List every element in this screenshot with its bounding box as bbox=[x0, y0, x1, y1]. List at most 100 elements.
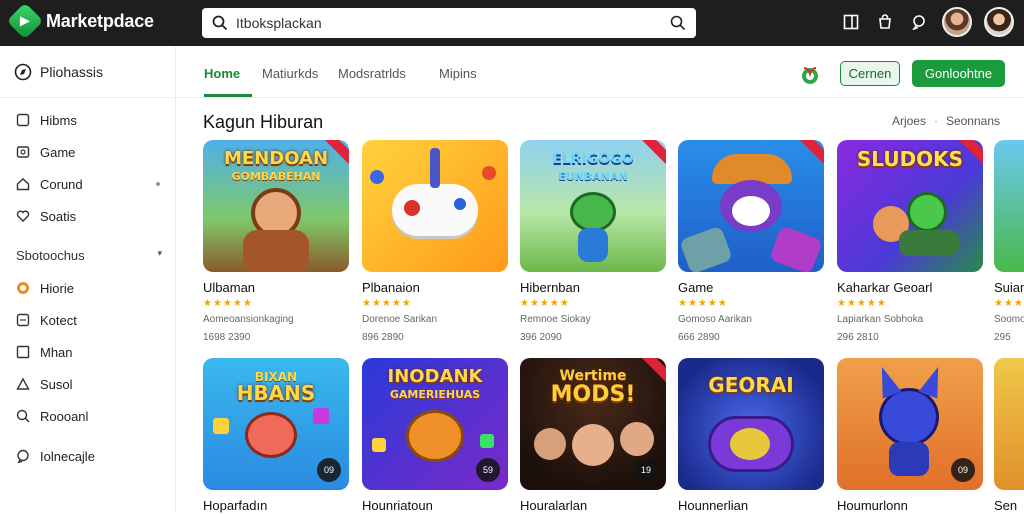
tab-modsratrlds[interactable]: Modsratrlds bbox=[338, 66, 406, 81]
game-thumbnail[interactable] bbox=[362, 140, 508, 272]
sidebar-item-iolnecajle[interactable]: Iolnecajle bbox=[0, 442, 176, 470]
logo-icon: ▶ bbox=[6, 2, 44, 40]
game-thumbnail[interactable] bbox=[994, 358, 1024, 490]
game-card[interactable]: GEORAI Hounnerlian bbox=[678, 358, 824, 514]
sidebar-item-label: Kotect bbox=[40, 312, 77, 328]
chevron-down-icon: ▾ bbox=[157, 248, 162, 258]
game-card[interactable]: SLUDOKS Kaharkar Geoarl ★★★★★ Lapiarkan … bbox=[837, 140, 983, 344]
search-bar[interactable] bbox=[202, 8, 696, 38]
search-input[interactable] bbox=[236, 15, 670, 31]
game-thumbnail[interactable]: MENDOAN GOMBABEHAN bbox=[203, 140, 349, 272]
game-publisher: Soomo bbox=[994, 314, 1024, 325]
game-price: 1698 2390 bbox=[203, 332, 251, 343]
game-thumbnail[interactable]: BIXAN HBANS 09 bbox=[203, 358, 349, 490]
game-thumbnail[interactable]: INODANK GAMERIEHUAS 59 bbox=[362, 358, 508, 490]
badge-count: 19 bbox=[634, 458, 658, 482]
game-publisher: Dorenoe Sarikan bbox=[362, 314, 438, 325]
game-card[interactable]: INODANK GAMERIEHUAS 59 Hounriatoun bbox=[362, 358, 508, 514]
gift-icon[interactable] bbox=[798, 64, 822, 86]
game-thumbnail[interactable]: Wertime MODS! 19 bbox=[520, 358, 666, 490]
sidebar-item-roooanl[interactable]: Roooanl bbox=[0, 402, 176, 430]
notification-icon[interactable] bbox=[908, 11, 930, 33]
game-card[interactable]: Suian ★★★ Soomo 295 bbox=[994, 140, 1024, 344]
sidebar-header[interactable]: Pliohassis bbox=[0, 46, 175, 98]
rating-stars: ★★★★★ bbox=[203, 298, 253, 309]
sidebar: Pliohassis Hibms Game Corund Soatis Sbot… bbox=[0, 46, 176, 512]
game-publisher: Aomeoansionkaging bbox=[203, 314, 294, 325]
sidebar-item-corund[interactable]: Corund bbox=[0, 170, 176, 198]
section-link-seonnans[interactable]: Seonnans bbox=[946, 114, 1000, 128]
game-card[interactable]: MENDOAN GOMBABEHAN Ulbaman ★★★★★ Aomeoan… bbox=[203, 140, 349, 344]
bag-icon[interactable] bbox=[874, 11, 896, 33]
game-title: Ulbaman bbox=[203, 280, 256, 295]
game-thumbnail[interactable] bbox=[678, 140, 824, 272]
game-card[interactable]: Plbanaion ★★★★★ Dorenoe Sarikan 896 2890 bbox=[362, 140, 508, 344]
sidebar-item-susol[interactable]: Susol bbox=[0, 370, 176, 398]
badge-count: 59 bbox=[476, 458, 500, 482]
game-card[interactable]: ELRIGOGO EUNBANAN Hibernban ★★★★★ Remnoe… bbox=[520, 140, 666, 344]
compass-icon bbox=[14, 63, 32, 80]
sidebar-section-header[interactable]: Sbotoochus ▾ bbox=[16, 248, 162, 263]
game-price: 296 2810 bbox=[837, 332, 879, 343]
game-card[interactable]: 09 Houmurlonn bbox=[837, 358, 983, 514]
game-price: 295 bbox=[994, 332, 1011, 343]
game-card[interactable]: Game ★★★★★ Gomoso Aarikan 666 2890 bbox=[678, 140, 824, 344]
game-title: Game bbox=[678, 280, 714, 295]
game-thumbnail[interactable] bbox=[994, 140, 1024, 272]
badge-count: 09 bbox=[951, 458, 975, 482]
sidebar-item-hiorie[interactable]: Hiorie bbox=[0, 274, 176, 302]
game-publisher: Lapiarkan Sobhoka bbox=[837, 314, 924, 325]
game-thumbnail[interactable]: SLUDOKS bbox=[837, 140, 983, 272]
tab-mipins[interactable]: Mipins bbox=[439, 66, 477, 81]
game-card[interactable]: Sen bbox=[994, 358, 1024, 514]
sidebar-item-label: Soatis bbox=[40, 208, 77, 224]
section-title: Kagun Hiburan bbox=[203, 112, 324, 132]
sidebar-section-label: Sbotoochus bbox=[16, 248, 85, 263]
rating-stars: ★★★★★ bbox=[362, 298, 412, 309]
game-card[interactable]: Wertime MODS! 19 Houralarlan bbox=[520, 358, 666, 514]
tab-matiurkds[interactable]: Matiurkds bbox=[262, 66, 318, 81]
outline-button[interactable]: Cernen bbox=[840, 61, 900, 86]
game-thumbnail[interactable]: GEORAI bbox=[678, 358, 824, 490]
game-card[interactable]: BIXAN HBANS 09 Hoparfadın bbox=[203, 358, 349, 514]
section-links: Arjoes · Seonnans bbox=[891, 114, 1000, 128]
game-price: 396 2090 bbox=[520, 332, 562, 343]
avatar[interactable] bbox=[942, 7, 972, 37]
game-title: Plbanaion bbox=[362, 280, 420, 295]
sidebar-item-mhan[interactable]: Mhan bbox=[0, 338, 176, 366]
indicator-dot bbox=[156, 182, 160, 186]
game-publisher: Remnoe Siokay bbox=[520, 314, 591, 325]
game-title: Kaharkar Geoarl bbox=[837, 280, 933, 295]
home-icon bbox=[16, 178, 30, 191]
sidebar-item-soatis[interactable]: Soatis bbox=[0, 202, 176, 230]
active-tab-indicator bbox=[204, 94, 252, 97]
sidebar-item-label: Hiorie bbox=[40, 280, 74, 296]
sidebar-item-kotect[interactable]: Kotect bbox=[0, 306, 176, 334]
rating-stars: ★★★★★ bbox=[678, 298, 728, 309]
profile-avatar[interactable] bbox=[984, 7, 1014, 37]
tab-home[interactable]: Home bbox=[204, 66, 240, 81]
game-publisher: Gomoso Aarikan bbox=[678, 314, 752, 325]
orange-dot-icon bbox=[17, 282, 29, 294]
section-link-arjoes[interactable]: Arjoes bbox=[892, 114, 926, 128]
sidebar-item-label: Susol bbox=[40, 376, 73, 392]
bookmark-icon bbox=[16, 113, 30, 127]
sidebar-item-hibms[interactable]: Hibms bbox=[0, 106, 176, 134]
sidebar-item-game[interactable]: Game bbox=[0, 138, 176, 166]
game-thumbnail[interactable]: 09 bbox=[837, 358, 983, 490]
app-logo[interactable]: ▶ Marketpdace bbox=[6, 2, 154, 40]
sidebar-item-label: Mhan bbox=[40, 344, 73, 360]
sidebar-header-label: Pliohassis bbox=[40, 63, 104, 80]
primary-button[interactable]: Gonloohtne bbox=[912, 60, 1005, 87]
sidebar-item-label: Game bbox=[40, 144, 76, 160]
game-price: 666 2890 bbox=[678, 332, 720, 343]
app-name: Marketpdace bbox=[46, 10, 154, 31]
rating-stars: ★★★★★ bbox=[520, 298, 570, 309]
panel-icon[interactable] bbox=[840, 11, 862, 33]
game-title: Suian bbox=[994, 280, 1024, 295]
rating-stars: ★★★★★ bbox=[837, 298, 887, 309]
search-submit-icon[interactable] bbox=[670, 15, 686, 31]
game-thumbnail[interactable]: ELRIGOGO EUNBANAN bbox=[520, 140, 666, 272]
game-price: 896 2890 bbox=[362, 332, 404, 343]
square-icon bbox=[16, 345, 30, 359]
